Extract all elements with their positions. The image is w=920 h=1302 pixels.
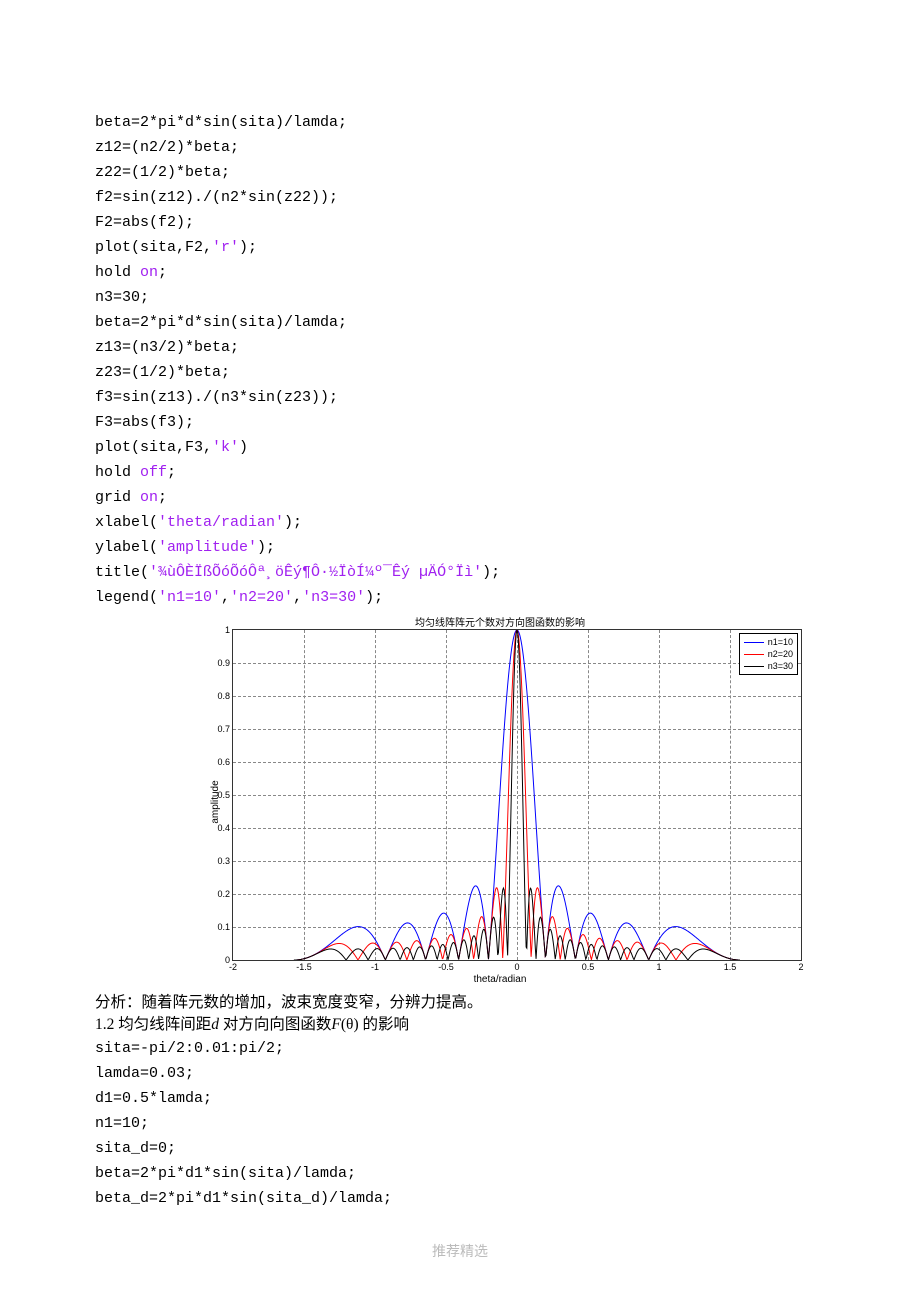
code-line: plot(sita,F3,'k') <box>95 435 825 460</box>
x-tick: -0.5 <box>438 960 454 972</box>
x-tick: 0 <box>514 960 519 972</box>
y-tick: 0.6 <box>217 757 233 767</box>
analysis-text: 分析：随着阵元数的增加，波束宽度变窄，分辨力提高。 <box>95 992 825 1014</box>
y-tick: 0 <box>225 955 233 965</box>
series-line <box>294 630 740 960</box>
code-line: beta=2*pi*d*sin(sita)/lamda; <box>95 310 825 335</box>
plot-svg <box>233 630 801 960</box>
code-line: z13=(n3/2)*beta; <box>95 335 825 360</box>
code-block-1: beta=2*pi*d*sin(sita)/lamda;z12=(n2/2)*b… <box>95 110 825 610</box>
x-tick: -1 <box>371 960 379 972</box>
x-tick: 0.5 <box>582 960 595 972</box>
y-tick: 0.9 <box>217 658 233 668</box>
code-line: n3=30; <box>95 285 825 310</box>
heading-sym-F: F <box>331 1016 340 1033</box>
code-line: hold on; <box>95 260 825 285</box>
y-tick: 0.7 <box>217 724 233 734</box>
code-line: hold off; <box>95 460 825 485</box>
y-tick: 0.8 <box>217 691 233 701</box>
code-line: beta=2*pi*d*sin(sita)/lamda; <box>95 110 825 135</box>
chart-legend: n1=10n2=20n3=30 <box>739 633 798 675</box>
code-line: lamda=0.03; <box>95 1061 825 1086</box>
legend-row: n3=30 <box>744 660 793 672</box>
x-tick: 1.5 <box>724 960 737 972</box>
code-line: xlabel('theta/radian'); <box>95 510 825 535</box>
heading-prefix: 1.2 均匀线阵间距 <box>95 1016 211 1033</box>
heading-mid: 对方向向图函数 <box>219 1016 331 1033</box>
y-tick: 0.4 <box>217 823 233 833</box>
code-line: d1=0.5*lamda; <box>95 1086 825 1111</box>
plot-area: n1=10n2=20n3=30 -2-1.5-1-0.500.511.52 00… <box>232 629 802 961</box>
y-tick: 0.1 <box>217 922 233 932</box>
x-axis-label: theta/radian <box>190 974 810 985</box>
y-tick: 0.5 <box>217 790 233 800</box>
page-footer: 推荐精选 <box>95 1241 825 1261</box>
x-tick: -1.5 <box>296 960 312 972</box>
x-tick: 2 <box>798 960 803 972</box>
code-line: plot(sita,F2,'r'); <box>95 235 825 260</box>
code-line: z12=(n2/2)*beta; <box>95 135 825 160</box>
legend-row: n2=20 <box>744 648 793 660</box>
chart-title: 均匀线阵阵元个数对方向图函数的影响 <box>190 614 810 629</box>
code-line: legend('n1=10','n2=20','n3=30'); <box>95 585 825 610</box>
y-tick: 0.3 <box>217 856 233 866</box>
array-pattern-chart: 均匀线阵阵元个数对方向图函数的影响 amplitude n1=10n2=20n3… <box>190 614 810 989</box>
code-line: F3=abs(f3); <box>95 410 825 435</box>
code-line: z22=(1/2)*beta; <box>95 160 825 185</box>
code-line: ylabel('amplitude'); <box>95 535 825 560</box>
code-line: beta=2*pi*d1*sin(sita)/lamda; <box>95 1161 825 1186</box>
code-line: z23=(1/2)*beta; <box>95 360 825 385</box>
code-block-2: sita=-pi/2:0.01:pi/2;lamda=0.03;d1=0.5*l… <box>95 1036 825 1211</box>
code-line: F2=abs(f2); <box>95 210 825 235</box>
y-axis-label: amplitude <box>210 780 221 823</box>
legend-row: n1=10 <box>744 636 793 648</box>
code-line: beta_d=2*pi*d1*sin(sita_d)/lamda; <box>95 1186 825 1211</box>
code-line: title('¾ùÔÈÏßÕóÕóÔª¸öÊý¶Ô·½ÏòÍ¼º¯Êý µÄÓ°… <box>95 560 825 585</box>
heading-sym-d: d <box>211 1016 219 1033</box>
code-line: f2=sin(z12)./(n2*sin(z22)); <box>95 185 825 210</box>
code-line: f3=sin(z13)./(n3*sin(z23)); <box>95 385 825 410</box>
series-line <box>294 630 740 960</box>
code-line: sita_d=0; <box>95 1136 825 1161</box>
document-page: beta=2*pi*d*sin(sita)/lamda;z12=(n2/2)*b… <box>0 0 920 1301</box>
code-line: n1=10; <box>95 1111 825 1136</box>
x-tick: 1 <box>656 960 661 972</box>
section-heading: 1.2 均匀线阵间距d 对方向向图函数F(θ) 的影响 <box>95 1014 825 1036</box>
y-tick: 1 <box>225 625 233 635</box>
code-line: grid on; <box>95 485 825 510</box>
code-line: sita=-pi/2:0.01:pi/2; <box>95 1036 825 1061</box>
heading-suffix: 的影响 <box>359 1016 409 1033</box>
series-line <box>294 630 740 960</box>
y-tick: 0.2 <box>217 889 233 899</box>
heading-theta: (θ) <box>341 1016 359 1033</box>
